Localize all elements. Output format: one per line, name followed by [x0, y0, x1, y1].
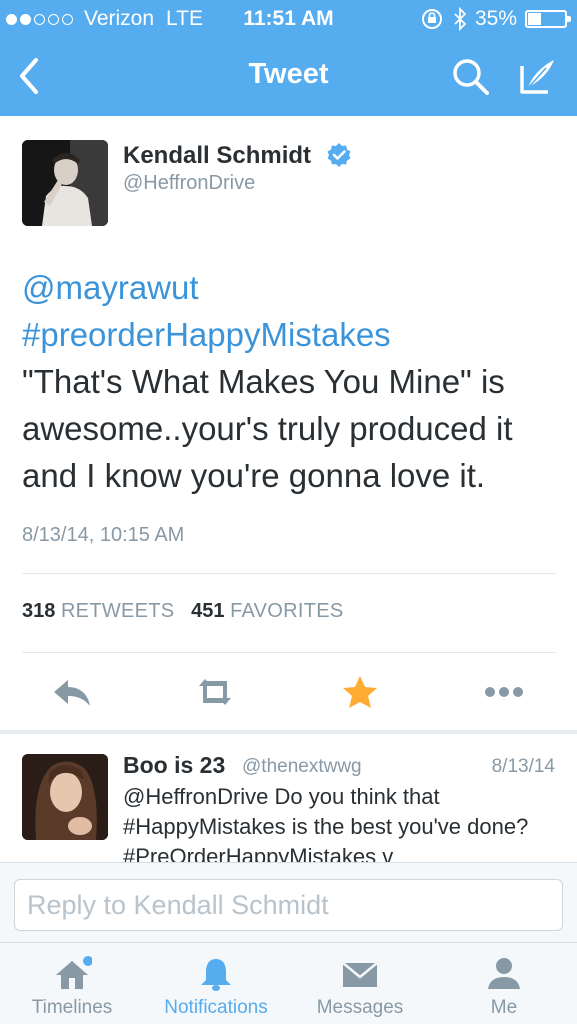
- divider: [22, 652, 556, 653]
- envelope-icon: [342, 962, 378, 987]
- retweet-icon[interactable]: [193, 674, 237, 710]
- battery-percent: 35%: [474, 7, 517, 30]
- tab-notifications[interactable]: Notifications: [144, 943, 288, 1024]
- more-icon[interactable]: [482, 674, 526, 710]
- star-icon[interactable]: [338, 674, 382, 710]
- mention-link[interactable]: @mayrawut: [22, 264, 562, 311]
- reply-input[interactable]: Reply to Kendall Schmidt: [14, 879, 563, 931]
- search-icon[interactable]: [450, 56, 492, 98]
- tweet-timestamp: 8/13/14, 10:15 AM: [22, 524, 185, 546]
- tab-label: Timelines: [31, 997, 113, 1018]
- tweet-stats: 318 RETWEETS 451 FAVORITES: [22, 600, 344, 623]
- favorites-label[interactable]: FAVORITES: [230, 600, 343, 622]
- reply-icon[interactable]: [50, 674, 94, 710]
- status-right: 35%: [421, 7, 571, 31]
- tweet-text: @mayrawut #preorderHappyMistakes "That's…: [22, 264, 562, 499]
- author-handle[interactable]: @HeffronDrive: [123, 172, 255, 195]
- nav-bar: Tweet: [0, 38, 577, 116]
- tab-messages[interactable]: Messages: [288, 943, 432, 1024]
- battery-icon: [525, 10, 571, 28]
- verified-badge-icon: [327, 143, 351, 167]
- tab-bar: Timelines Notifications Messages Me: [0, 942, 577, 1024]
- tab-label: Me: [490, 997, 518, 1018]
- reply-tweet[interactable]: Boo is 23 @thenextwwg 8/13/14 @HeffronDr…: [0, 734, 577, 862]
- tab-me[interactable]: Me: [432, 943, 576, 1024]
- reply-date: 8/13/14: [491, 756, 555, 777]
- bell-icon: [201, 959, 231, 991]
- reply-author-name[interactable]: Boo is 23: [123, 752, 225, 779]
- status-bar: Verizon LTE 11:51 AM 35%: [0, 0, 577, 38]
- compose-icon[interactable]: [516, 56, 558, 98]
- tab-timelines[interactable]: Timelines: [0, 943, 144, 1024]
- header: Verizon LTE 11:51 AM 35% Tweet: [0, 0, 577, 116]
- hashtag-link[interactable]: #preorderHappyMistakes: [22, 311, 562, 358]
- reply-bar: Reply to Kendall Schmidt: [0, 862, 577, 942]
- favorites-count[interactable]: 451: [191, 600, 224, 622]
- tab-label: Notifications: [164, 997, 268, 1018]
- author-name[interactable]: Kendall Schmidt: [123, 142, 311, 170]
- home-icon: [56, 956, 92, 989]
- tab-label: Messages: [316, 997, 404, 1018]
- rotation-lock-icon: [421, 9, 442, 29]
- battery-fill: [528, 13, 541, 25]
- tweet-body: "That's What Makes You Mine" is awesome.…: [22, 363, 513, 494]
- bluetooth-icon: [454, 7, 467, 31]
- author-avatar[interactable]: [22, 140, 108, 226]
- reply-avatar[interactable]: [22, 754, 108, 840]
- author-photo: [22, 140, 108, 226]
- reply-author-handle[interactable]: @thenextwwg: [242, 756, 362, 778]
- reply-text: @HeffronDrive Do you think that #HappyMi…: [123, 784, 529, 862]
- tweet-actions: [0, 666, 577, 718]
- retweets-count[interactable]: 318: [22, 600, 55, 622]
- divider: [22, 573, 556, 574]
- retweets-label[interactable]: RETWEETS: [61, 600, 175, 622]
- person-icon: [488, 958, 520, 989]
- reply-photo: [22, 754, 108, 840]
